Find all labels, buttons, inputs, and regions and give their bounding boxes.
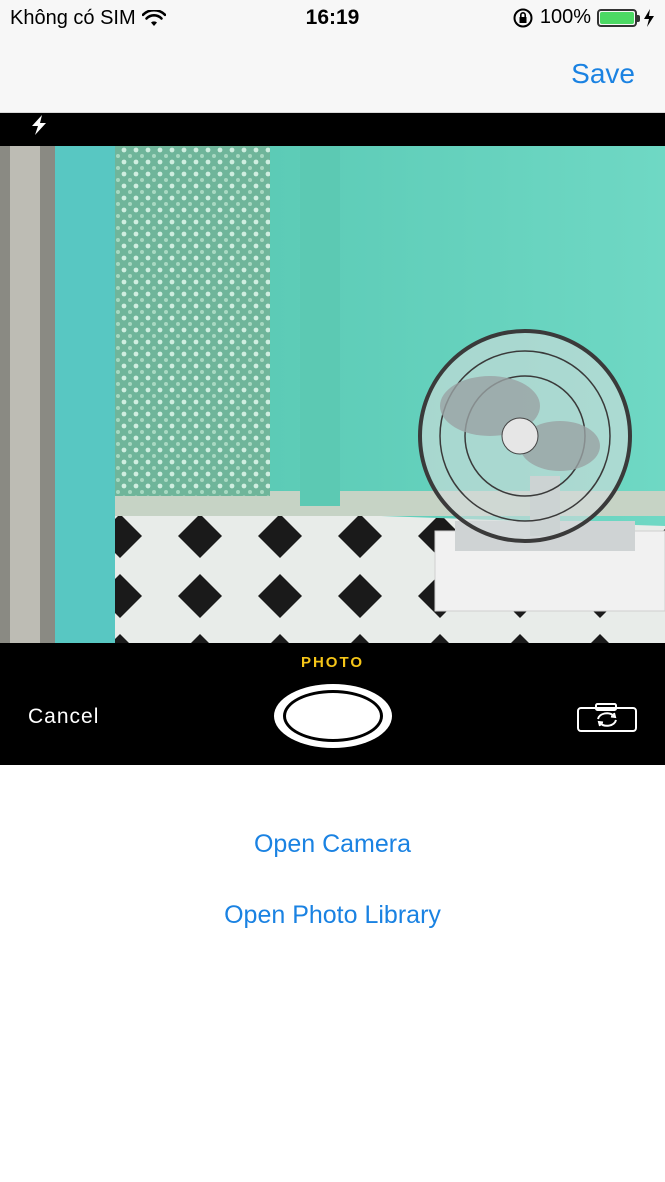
shutter-button[interactable]: [274, 684, 392, 748]
navigation-bar: Không có SIM 16:19 100% Save: [0, 0, 665, 113]
rotation-lock-icon: [513, 8, 533, 27]
charging-icon: [644, 8, 654, 27]
camera-viewfinder: [0, 146, 665, 643]
flash-icon[interactable]: [27, 113, 51, 137]
open-camera-button[interactable]: Open Camera: [0, 830, 665, 859]
battery-percentage: 100%: [539, 6, 591, 28]
status-bar: Không có SIM 16:19 100%: [0, 0, 665, 38]
save-button[interactable]: Save: [571, 58, 635, 90]
shutter-inner-ring: [283, 690, 383, 742]
status-right-group: 100%: [512, 6, 655, 29]
battery-icon: [597, 8, 640, 27]
camera-view: PHOTO Cancel: [0, 113, 665, 765]
camera-flip-icon[interactable]: [576, 703, 638, 733]
camera-mode-label[interactable]: PHOTO: [0, 654, 665, 671]
open-photo-library-button[interactable]: Open Photo Library: [0, 901, 665, 930]
cancel-button[interactable]: Cancel: [28, 705, 99, 729]
